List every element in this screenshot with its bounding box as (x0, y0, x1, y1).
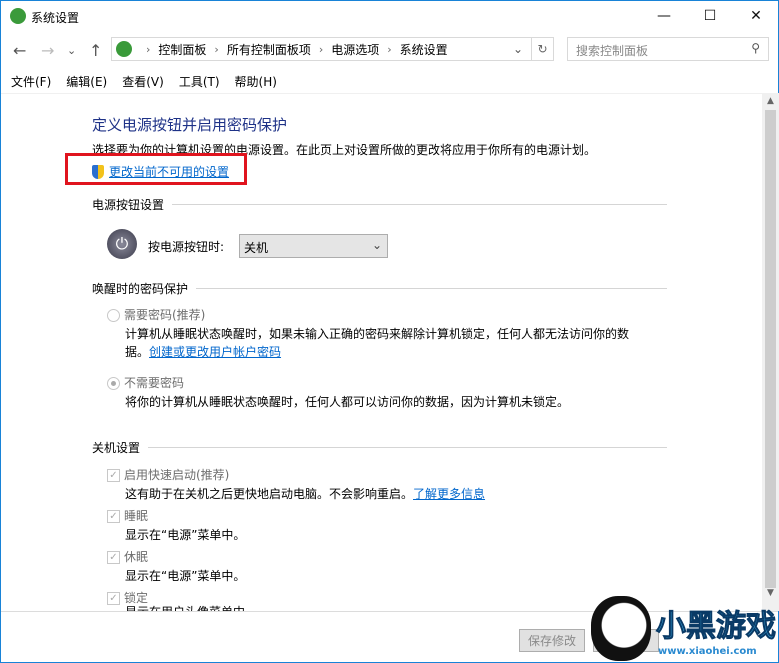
address-bar[interactable]: › 控制面板 › 所有控制面板项 › 电源选项 › 系统设置 ⌄ ↻ (111, 37, 554, 61)
require-password-label: 需要密码(推荐) (124, 308, 206, 322)
select-value: 关机 (244, 241, 269, 255)
section-title: 唤醒时的密码保护 (92, 282, 189, 296)
watermark-logo-text: 小黑游戏 (656, 609, 777, 645)
refresh-button[interactable]: ↻ (531, 38, 553, 60)
search-input[interactable]: 搜索控制面板 ⚲ (567, 37, 769, 61)
shutdown-section: 关机设置 (92, 439, 667, 456)
control-panel-icon (116, 41, 132, 57)
scrollbar-thumb[interactable] (765, 110, 776, 588)
uac-shield-icon (92, 164, 104, 179)
window: 系统设置 — ☐ ✕ ← → ⌄ ↑ › 控制面板 › 所有控制面板项 › 电源选项… (0, 0, 779, 663)
section-title: 关机设置 (92, 441, 141, 455)
vertical-scrollbar[interactable]: ▲ ▼ (762, 93, 779, 611)
power-button-action-select[interactable]: 关机 ⌄ (239, 234, 388, 258)
search-icon: ⚲ (751, 41, 760, 55)
hibernate-desc: 显示在“电源”菜单中。 (125, 569, 246, 583)
breadcrumb-power-options[interactable]: 电源选项 (331, 41, 379, 58)
hibernate-checkbox[interactable]: ✓ (107, 551, 120, 564)
power-options-icon (10, 8, 26, 24)
lock-label: 锁定 (124, 591, 149, 605)
hibernate-label: 休眠 (124, 550, 149, 564)
lock-checkbox[interactable]: ✓ (107, 592, 120, 605)
breadcrumb-control-panel[interactable]: 控制面板 (158, 41, 206, 58)
save-changes-button[interactable]: 保存修改 (519, 629, 585, 652)
sleep-label: 睡眠 (124, 509, 149, 523)
menu-bar: 文件(F) 编辑(E) 查看(V) 工具(T) 帮助(H) (11, 73, 277, 90)
no-password-desc: 将你的计算机从睡眠状态唤醒时，任何人都可以访问你的数据，因为计算机未锁定。 (125, 395, 570, 409)
menu-tools[interactable]: 工具(T) (179, 73, 220, 90)
back-button[interactable]: ← (13, 41, 26, 60)
breadcrumb-all-items[interactable]: 所有控制面板项 (227, 41, 311, 58)
minimize-button[interactable]: — (641, 1, 687, 31)
fast-startup-label: 启用快速启动(推荐) (124, 468, 230, 482)
menu-help[interactable]: 帮助(H) (235, 73, 277, 90)
search-placeholder: 搜索控制面板 (576, 44, 649, 58)
forward-button[interactable]: → (41, 41, 54, 60)
window-title: 系统设置 (31, 11, 80, 25)
address-dropdown-icon[interactable]: ⌄ (513, 42, 523, 56)
menu-file[interactable]: 文件(F) (11, 73, 51, 90)
require-password-desc: 计算机从睡眠状态唤醒时，如果未输入正确的密码来解除计算机锁定，任何人都无法访问你… (125, 327, 630, 341)
power-icon: ⏻ (107, 229, 137, 259)
watermark-url: www.xiaohei.com (658, 646, 757, 657)
scroll-up-icon[interactable]: ▲ (762, 93, 779, 110)
divider (1, 93, 778, 94)
scroll-down-icon[interactable]: ▼ (762, 588, 779, 598)
create-password-link[interactable]: 创建或更改用户帐户密码 (149, 345, 281, 359)
panda-mascot-logo (591, 596, 651, 661)
maximize-button[interactable]: ☐ (687, 1, 733, 31)
up-button[interactable]: ↑ (89, 41, 102, 60)
chevron-down-icon: ⌄ (371, 238, 382, 252)
menu-edit[interactable]: 编辑(E) (66, 73, 107, 90)
page-heading: 定义电源按钮并启用密码保护 (92, 116, 288, 134)
menu-view[interactable]: 查看(V) (122, 73, 164, 90)
recent-locations-button[interactable]: ⌄ (67, 44, 76, 57)
breadcrumb-system-settings[interactable]: 系统设置 (400, 41, 448, 58)
password-section: 唤醒时的密码保护 (92, 280, 667, 297)
change-unavailable-settings-link[interactable]: 更改当前不可用的设置 (109, 163, 229, 180)
require-password-desc-cont: 据。 (125, 345, 150, 359)
no-password-radio[interactable] (107, 377, 120, 390)
section-title: 电源按钮设置 (92, 198, 165, 212)
fast-startup-desc: 这有助于在关机之后更快地启动电脑。不会影响重启。 (125, 487, 414, 501)
learn-more-link[interactable]: 了解更多信息 (413, 487, 485, 501)
fast-startup-checkbox[interactable]: ✓ (107, 469, 120, 482)
no-password-label: 不需要密码 (124, 376, 185, 390)
power-button-label: 按电源按钮时: (148, 240, 225, 254)
power-button-section: 电源按钮设置 (92, 196, 667, 213)
close-button[interactable]: ✕ (733, 1, 779, 31)
require-password-radio[interactable] (107, 309, 120, 322)
sleep-checkbox[interactable]: ✓ (107, 510, 120, 523)
sleep-desc: 显示在“电源”菜单中。 (125, 528, 246, 542)
